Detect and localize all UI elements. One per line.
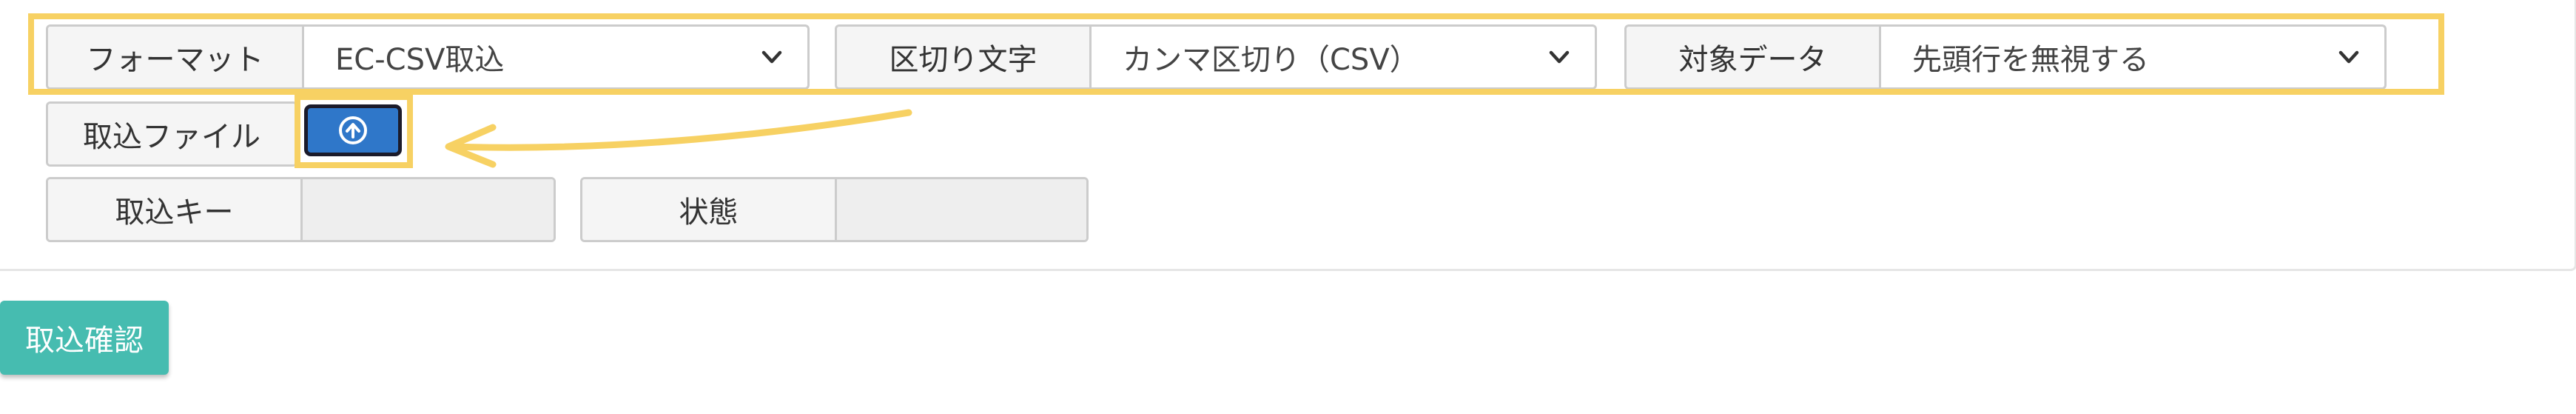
status-field xyxy=(837,179,1086,240)
import-confirm-button[interactable]: 取込確認 xyxy=(0,301,169,375)
import-key-field xyxy=(303,179,554,240)
status-label: 状態 xyxy=(582,179,837,240)
status-group: 状態 xyxy=(580,177,1089,242)
import-key-group: 取込キー xyxy=(46,177,556,242)
import-key-label: 取込キー xyxy=(48,179,303,240)
